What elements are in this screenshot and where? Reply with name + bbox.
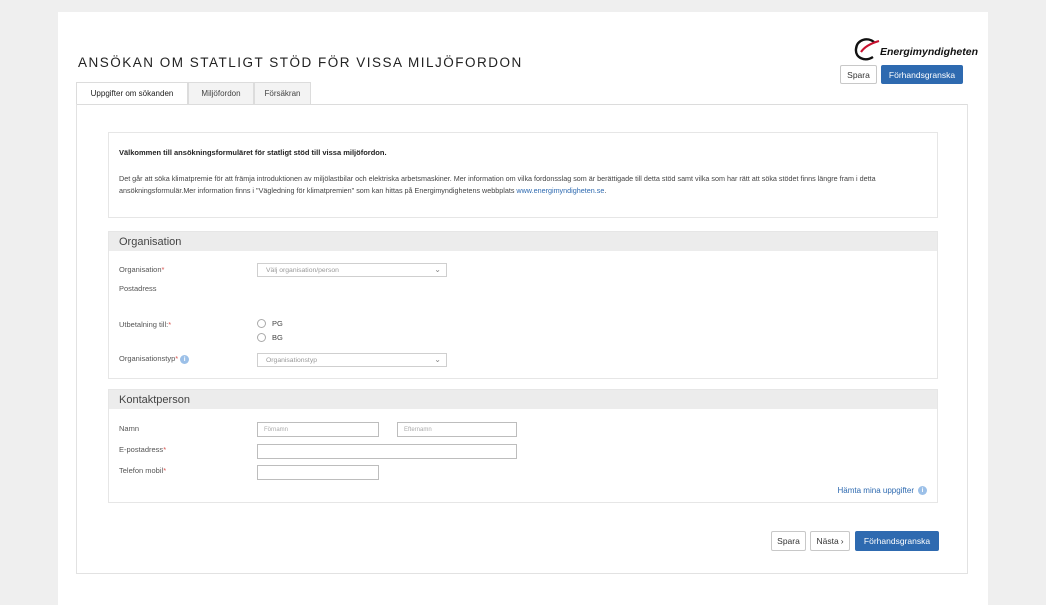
chevron-down-icon: ⌄ [434, 355, 441, 364]
tab-miljofordon[interactable]: Miljöfordon [188, 82, 254, 104]
organisation-select-placeholder: Välj organisation/person [266, 266, 339, 274]
organisation-section: Organisation Organisation* Välj organisa… [108, 231, 938, 379]
postadress-label: Postadress [119, 284, 157, 293]
page-title: ANSÖKAN OM STATLIGT STÖD FÖR VISSA MILJÖ… [78, 55, 523, 70]
logo-text: Energimyndigheten [880, 46, 979, 58]
next-button[interactable]: Nästa › [810, 531, 850, 551]
info-icon[interactable]: i [180, 354, 190, 364]
next-button-label: Nästa [816, 536, 839, 546]
firstname-input[interactable]: Förnamn [257, 422, 379, 437]
tab-forsakran[interactable]: Försäkran [254, 82, 311, 104]
email-field[interactable] [257, 444, 517, 459]
organisation-label: Organisation* [119, 265, 164, 274]
payment-option-bg[interactable]: BG [257, 333, 283, 342]
footer-preview-button[interactable]: Förhandsgranska [855, 531, 939, 551]
phone-field[interactable] [257, 465, 379, 480]
intro-heading: Välkommen till ansökningsformuläret för … [119, 148, 387, 157]
kontaktperson-section: Kontaktperson Namn Förnamn Efternamn E-p… [108, 389, 938, 503]
chevron-right-icon: › [840, 536, 844, 546]
intro-box: Välkommen till ansökningsformuläret för … [108, 132, 938, 218]
chevron-down-icon: ⌄ [434, 265, 441, 274]
organisation-select[interactable]: Välj organisation/person ⌄ [257, 263, 447, 277]
logo-icon [854, 38, 880, 61]
name-label: Namn [119, 424, 140, 433]
payment-option-pg-label: PG [272, 319, 283, 328]
payment-label: Utbetalning till:* [119, 320, 171, 329]
radio-circle[interactable] [257, 319, 266, 328]
kontaktperson-heading: Kontaktperson [109, 390, 937, 409]
email-label: E-postadress* [119, 445, 166, 454]
phone-label-text: Telefon mobil [119, 466, 164, 475]
fetch-my-details-link[interactable]: Hämta mina uppgifter i [838, 486, 927, 495]
intro-body-end: . [604, 186, 607, 195]
page-container: ANSÖKAN OM STATLIGT STÖD FÖR VISSA MILJÖ… [58, 12, 988, 605]
required-marker: * [163, 466, 167, 475]
footer-save-button[interactable]: Spara [771, 531, 806, 551]
required-marker: * [175, 354, 179, 363]
header-save-button[interactable]: Spara [840, 65, 877, 84]
fetch-my-details-label: Hämta mina uppgifter [837, 486, 914, 495]
header-preview-button[interactable]: Förhandsgranska [881, 65, 963, 84]
orgtype-label: Organisationstyp* i [119, 354, 190, 364]
phone-label: Telefon mobil* [119, 466, 166, 475]
orgtype-select[interactable]: Organisationstyp ⌄ [257, 353, 447, 367]
payment-label-text: Utbetalning till: [119, 320, 169, 329]
payment-option-pg[interactable]: PG [257, 319, 283, 328]
lastname-input[interactable]: Efternamn [397, 422, 517, 437]
payment-option-bg-label: BG [272, 333, 283, 342]
orgtype-label-text: Organisationstyp [119, 354, 176, 363]
required-marker: * [161, 265, 165, 274]
organisation-heading: Organisation [109, 232, 937, 251]
tab-uppgifter-om-sokanden[interactable]: Uppgifter om sökanden [76, 82, 188, 104]
radio-circle[interactable] [257, 333, 266, 342]
required-marker: * [163, 445, 167, 454]
organisation-label-text: Organisation [119, 265, 162, 274]
info-icon[interactable]: i [918, 486, 927, 495]
intro-text: Det går att söka klimatpremie för att fr… [119, 173, 919, 197]
intro-body-text: Det går att söka klimatpremie för att fr… [119, 174, 876, 195]
orgtype-select-placeholder: Organisationstyp [266, 356, 318, 364]
energimyndigheten-logo: Energimyndigheten [854, 38, 978, 64]
required-marker: * [168, 320, 172, 329]
energimyndigheten-link[interactable]: www.energimyndigheten.se [516, 186, 604, 195]
email-label-text: E-postadress [119, 445, 164, 454]
